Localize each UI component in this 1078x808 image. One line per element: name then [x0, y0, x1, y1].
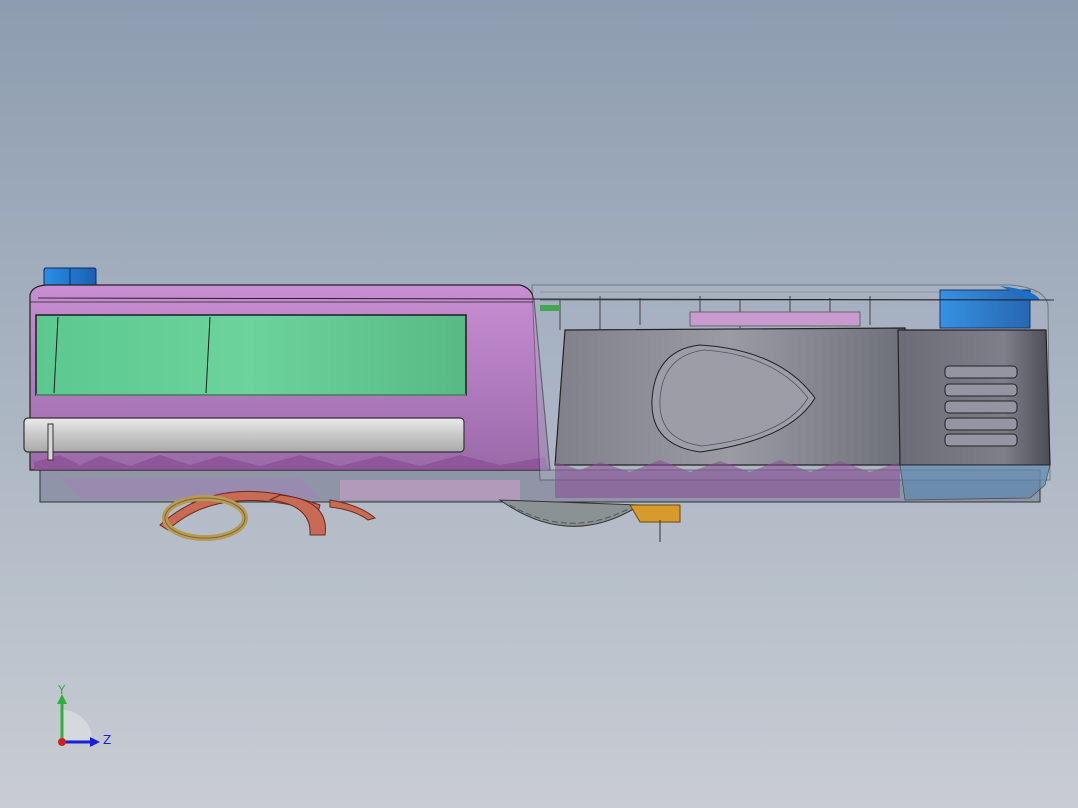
- orientation-triad[interactable]: Y Z: [40, 680, 130, 760]
- y-axis-label: Y: [57, 683, 66, 697]
- triad-plane-icon: [62, 710, 92, 740]
- z-arrow-icon: [90, 737, 100, 747]
- display-window-part[interactable]: [35, 314, 467, 396]
- cad-viewport[interactable]: Y Z: [0, 0, 1078, 808]
- origin-icon: [58, 738, 66, 746]
- dust-bin-housing-part[interactable]: [554, 327, 906, 498]
- drive-wheel-part[interactable]: [498, 499, 681, 542]
- z-axis-label: Z: [103, 733, 111, 747]
- top-button-part[interactable]: [43, 267, 97, 287]
- vent-slots: [944, 365, 1018, 447]
- rear-vent-cap-part[interactable]: [897, 329, 1051, 501]
- robot-vacuum-model[interactable]: [0, 0, 1078, 808]
